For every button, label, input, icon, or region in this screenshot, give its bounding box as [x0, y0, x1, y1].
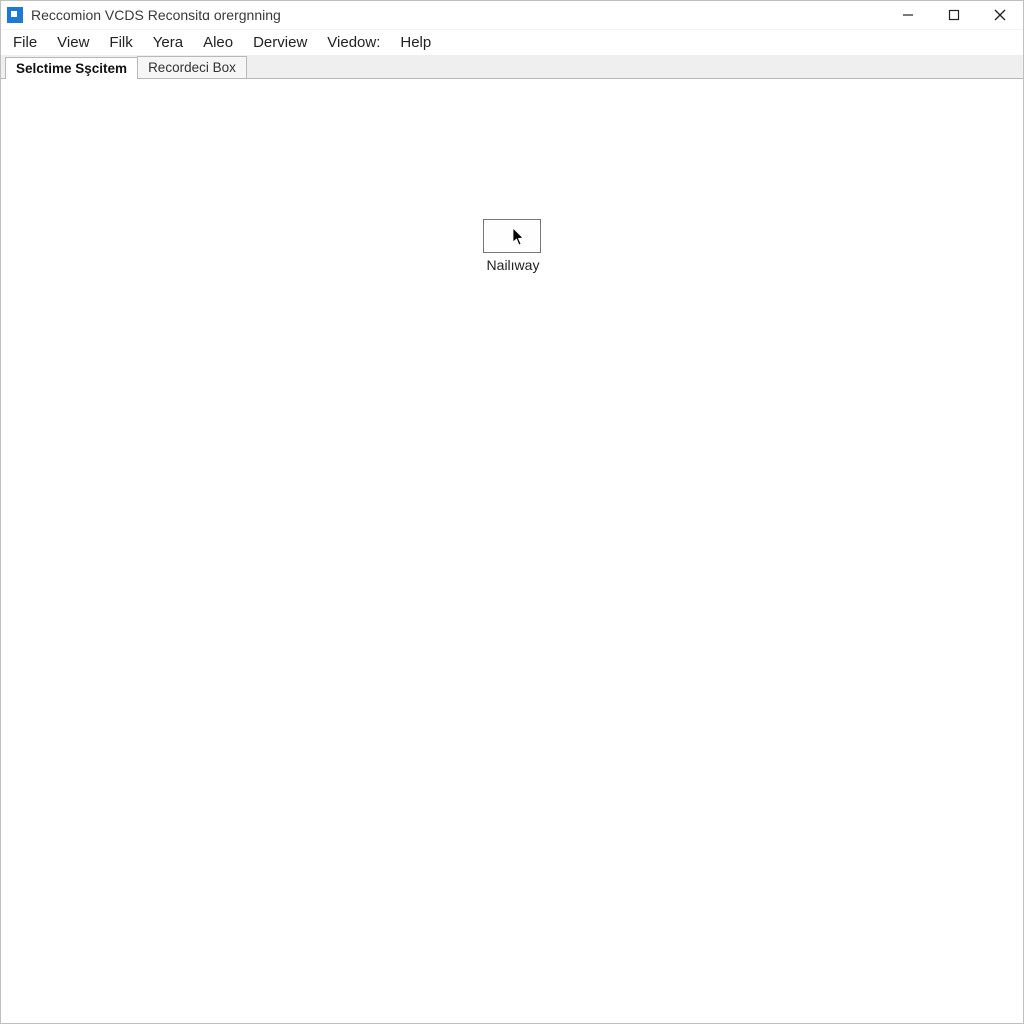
menu-yera[interactable]: Yera — [143, 32, 193, 53]
tab-label: Selctime Sşcitem — [16, 61, 127, 76]
tabstrip: Selctime Sşcitem Recordeci Box — [1, 55, 1023, 79]
app-icon — [7, 7, 23, 23]
window-title: Reccomion VCDS Reconsitɑ orergnning — [31, 7, 281, 23]
canvas-item-box[interactable] — [483, 219, 541, 253]
menu-aleo[interactable]: Aleo — [193, 32, 243, 53]
window-controls — [885, 1, 1023, 29]
tab-recorded-box[interactable]: Recordeci Box — [137, 56, 247, 78]
canvas-item-nailway[interactable]: Nailıway — [483, 219, 543, 273]
maximize-button[interactable] — [931, 1, 977, 29]
menubar: File View Filk Yera Aleo Derview Viedow:… — [1, 29, 1023, 55]
menu-viedow[interactable]: Viedow: — [317, 32, 390, 53]
maximize-icon — [948, 9, 960, 21]
app-window: Reccomion VCDS Reconsitɑ orergnning — [0, 0, 1024, 1024]
menu-help[interactable]: Help — [390, 32, 441, 53]
minimize-button[interactable] — [885, 1, 931, 29]
menu-view[interactable]: View — [47, 32, 99, 53]
minimize-icon — [902, 9, 914, 21]
tab-selctime-system[interactable]: Selctime Sşcitem — [5, 57, 138, 79]
cursor-icon — [513, 228, 527, 248]
titlebar: Reccomion VCDS Reconsitɑ orergnning — [1, 1, 1023, 29]
canvas-item-label: Nailıway — [483, 257, 543, 273]
canvas-area[interactable]: Nailıway — [1, 79, 1023, 1023]
close-icon — [994, 9, 1006, 21]
menu-filk[interactable]: Filk — [99, 32, 142, 53]
menu-derview[interactable]: Derview — [243, 32, 317, 53]
tab-label: Recordeci Box — [148, 60, 236, 75]
close-button[interactable] — [977, 1, 1023, 29]
menu-file[interactable]: File — [3, 32, 47, 53]
